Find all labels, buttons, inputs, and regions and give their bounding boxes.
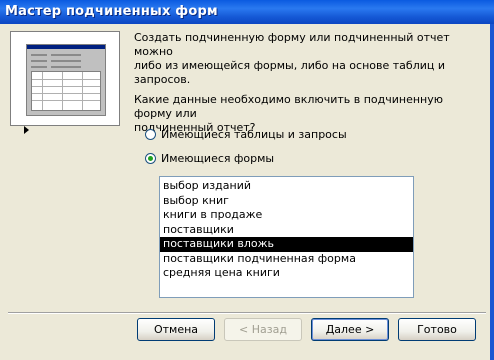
list-item[interactable]: книги в продаже <box>160 208 413 223</box>
radio-forms-label[interactable]: Имеющиеся формы <box>161 152 274 165</box>
list-item[interactable]: средняя цена книги <box>160 266 413 281</box>
wizard-illustration <box>10 31 120 134</box>
wizard-description: Создать подчиненную форму или подчиненны… <box>134 31 450 86</box>
preview-header <box>27 45 105 49</box>
list-item[interactable]: выбор изданий <box>160 179 413 194</box>
radio-existing-forms[interactable]: Имеющиеся формы <box>145 150 274 166</box>
subform-wizard-window: Мастер подчиненных форм Создать подчинен… <box>0 0 494 360</box>
title-bar[interactable]: Мастер подчиненных форм <box>0 0 494 24</box>
forms-listbox[interactable]: выбор изданий выбор книг книги в продаже по… <box>159 176 414 298</box>
back-button[interactable]: < Назад <box>224 318 302 341</box>
pointer-arrow-icon <box>24 126 29 134</box>
preview-subform-grid <box>31 71 101 111</box>
window-border <box>490 24 494 360</box>
preview-line <box>51 60 81 62</box>
window-title: Мастер подчиненных форм <box>5 4 218 19</box>
list-item[interactable]: выбор книг <box>160 194 413 209</box>
preview-line <box>31 54 47 56</box>
preview-line <box>51 66 81 68</box>
radio-tables-label[interactable]: Имеющиеся таблицы и запросы <box>161 128 347 141</box>
list-item[interactable]: поставщики подчиненная форма <box>160 252 413 267</box>
form-preview-icon <box>26 44 106 116</box>
radio-tables-queries[interactable]: Имеющиеся таблицы и запросы <box>145 126 347 142</box>
cancel-button[interactable]: Отмена <box>137 318 215 341</box>
list-item[interactable]: поставщики вложь <box>160 237 413 252</box>
list-item[interactable]: поставщики <box>160 223 413 238</box>
next-button[interactable]: Далее > <box>311 318 389 341</box>
preview-line <box>31 66 47 68</box>
preview-line <box>31 60 47 62</box>
divider <box>8 313 486 314</box>
preview-line <box>51 54 81 56</box>
radio-button[interactable] <box>145 128 156 140</box>
radio-button[interactable] <box>145 152 156 164</box>
finish-button[interactable]: Готово <box>398 318 476 341</box>
